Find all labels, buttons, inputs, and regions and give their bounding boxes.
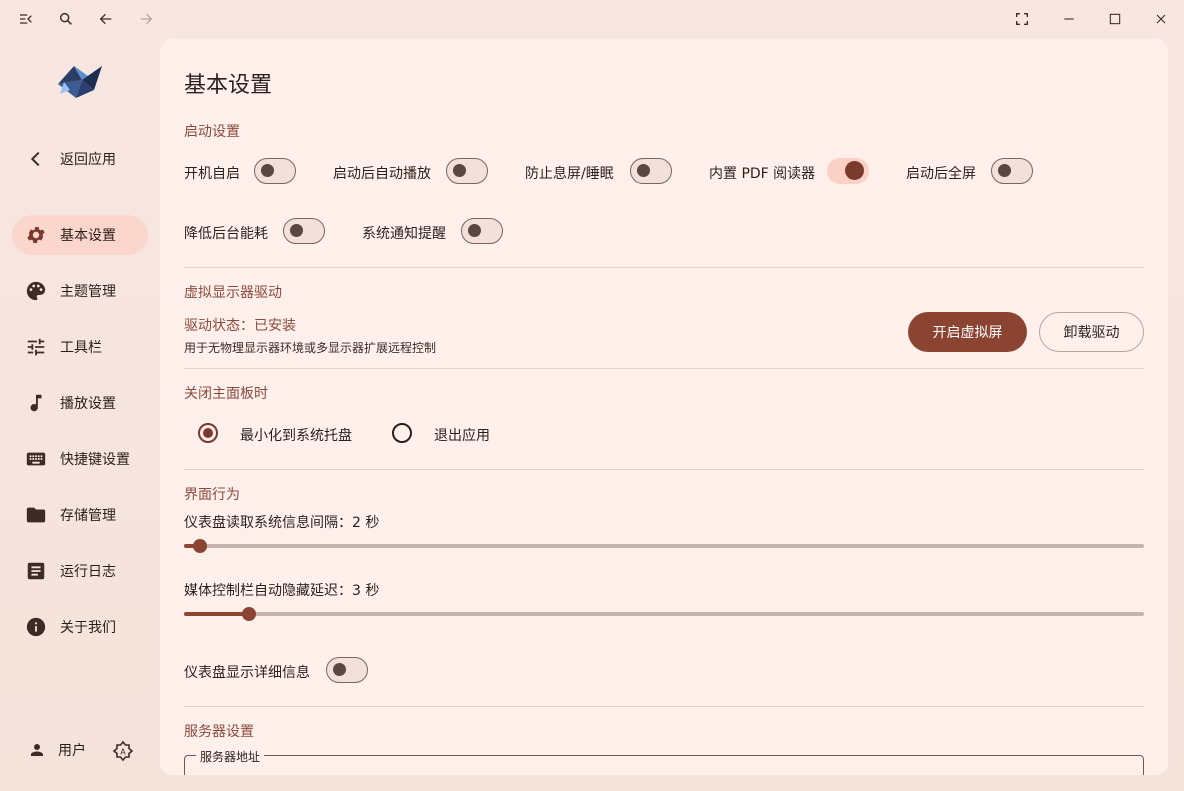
back-to-app-label: 返回应用: [60, 152, 116, 168]
minimize-to-tray-label: 最小化到系统托盘: [240, 428, 352, 444]
dashboard-interval-label: 仪表盘读取系统信息间隔：2 秒: [184, 515, 380, 531]
media-bar-delay-slider[interactable]: [184, 607, 1144, 621]
folder-icon: [24, 503, 48, 527]
sidebar-item-logs[interactable]: 运行日志: [12, 551, 148, 591]
sidebar-item-label: 工具栏: [60, 340, 102, 356]
music-note-icon: [24, 391, 48, 415]
exit-app-radio[interactable]: [392, 423, 412, 443]
autostart-switch[interactable]: [254, 158, 296, 184]
notifications-switch[interactable]: [461, 218, 503, 244]
fullscreen-icon[interactable]: [1010, 7, 1034, 31]
sidebar-item-label: 基本设置: [60, 228, 116, 244]
keyboard-icon: [24, 447, 48, 471]
dashboard-interval-slider[interactable]: [184, 539, 1144, 553]
svg-text:A: A: [120, 748, 126, 757]
section-title-server: 服务器设置: [184, 724, 254, 740]
settings-panel: 基本设置 启动设置 开机自启 启动后自动播放 防止息屏/睡眠 内置 PDF 阅读…: [160, 39, 1168, 775]
close-icon[interactable]: [1149, 7, 1173, 31]
sidebar-item-label: 关于我们: [60, 620, 116, 636]
slider-thumb[interactable]: [193, 539, 208, 553]
media-bar-delay-label: 媒体控制栏自动隐藏延迟：3 秒: [184, 583, 380, 599]
user-label: 用户: [58, 743, 86, 759]
section-title-ui-behavior: 界面行为: [184, 487, 240, 503]
divider: [184, 469, 1144, 470]
switch-label-notifications: 系统通知提醒: [362, 226, 446, 242]
enable-virtual-screen-button[interactable]: 开启虚拟屏: [908, 312, 1027, 352]
minimize-icon[interactable]: [1057, 7, 1081, 31]
low-power-switch[interactable]: [283, 218, 325, 244]
divider: [184, 706, 1144, 707]
autoplay-switch[interactable]: [446, 158, 488, 184]
fullscreen-switch[interactable]: [991, 158, 1033, 184]
section-title-close-behavior: 关闭主面板时: [184, 386, 268, 402]
sidebar: 返回应用 基本设置 主题管理 工具栏 播放设置 快捷键设置 存储管理 运行日志 …: [0, 38, 160, 791]
palette-icon: [24, 279, 48, 303]
section-title-startup: 启动设置: [184, 124, 240, 140]
minimize-to-tray-radio[interactable]: [198, 423, 218, 443]
sidebar-item-toolbar[interactable]: 工具栏: [12, 327, 148, 367]
title-bar: [0, 0, 1184, 38]
chevron-left-icon: [24, 147, 48, 171]
tune-icon: [24, 335, 48, 359]
switch-label-autostart: 开机自启: [184, 166, 240, 182]
sidebar-item-label: 存储管理: [60, 508, 116, 524]
sidebar-item-theme[interactable]: 主题管理: [12, 271, 148, 311]
driver-status: 驱动状态：已安装: [184, 318, 296, 334]
sidebar-item-about[interactable]: 关于我们: [12, 607, 148, 647]
detail-info-switch[interactable]: [326, 657, 368, 683]
server-address-input[interactable]: [184, 755, 1144, 775]
driver-description: 用于无物理显示器环境或多显示器扩展远程控制: [184, 341, 437, 355]
forward-arrow-icon[interactable]: [134, 7, 158, 31]
server-address-label: 服务器地址: [196, 748, 265, 765]
switch-label-pdf-reader: 内置 PDF 阅读器: [709, 166, 816, 182]
switch-label-fullscreen: 启动后全屏: [906, 166, 976, 182]
back-to-app-button[interactable]: 返回应用: [12, 139, 148, 179]
slider-thumb[interactable]: [242, 607, 257, 621]
sidebar-item-playback[interactable]: 播放设置: [12, 383, 148, 423]
menu-collapse-icon[interactable]: [14, 7, 38, 31]
sidebar-item-label: 快捷键设置: [60, 452, 130, 468]
section-title-virtual-display: 虚拟显示器驱动: [184, 285, 282, 301]
uninstall-driver-button[interactable]: 卸载驱动: [1039, 312, 1144, 352]
sidebar-item-label: 运行日志: [60, 564, 116, 580]
sidebar-item-basic-settings[interactable]: 基本设置: [12, 215, 148, 255]
switch-label-prevent-sleep: 防止息屏/睡眠: [525, 166, 614, 182]
person-icon: [31, 744, 43, 756]
sidebar-item-label: 播放设置: [60, 396, 116, 412]
sidebar-item-label: 主题管理: [60, 284, 116, 300]
switch-label-autoplay: 启动后自动播放: [333, 166, 431, 182]
prevent-sleep-switch[interactable]: [630, 158, 672, 184]
page-title: 基本设置: [184, 73, 273, 98]
switch-label-low-power: 降低后台能耗: [184, 226, 268, 242]
gear-icon: [24, 223, 48, 247]
maximize-icon[interactable]: [1103, 7, 1127, 31]
back-arrow-icon[interactable]: [94, 7, 118, 31]
search-icon[interactable]: [54, 7, 78, 31]
pdf-reader-switch[interactable]: [827, 158, 869, 184]
app-logo-icon: [54, 60, 106, 104]
sidebar-item-shortcuts[interactable]: 快捷键设置: [12, 439, 148, 479]
info-icon: [24, 615, 48, 639]
divider: [184, 368, 1144, 369]
exit-app-label: 退出应用: [434, 428, 490, 444]
sidebar-item-storage[interactable]: 存储管理: [12, 495, 148, 535]
theme-mode-icon[interactable]: A: [111, 740, 135, 764]
user-button[interactable]: 用户: [28, 740, 86, 760]
log-icon: [24, 559, 48, 583]
switch-label-detail-info: 仪表盘显示详细信息: [184, 665, 310, 681]
divider: [184, 267, 1144, 268]
